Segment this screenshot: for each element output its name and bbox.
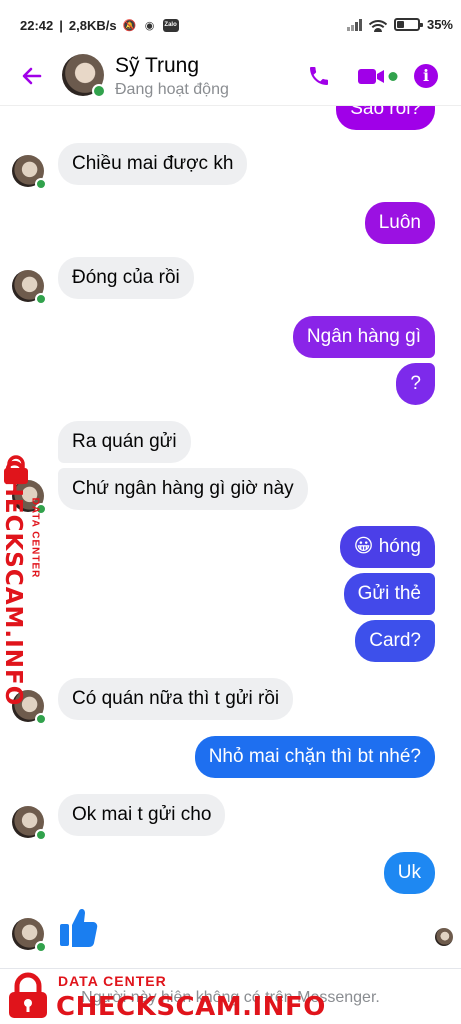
- message-bubble-outgoing[interactable]: Nhỏ mai chặn thì bt nhé?: [194, 736, 435, 778]
- seen-receipt-avatar: [435, 928, 453, 946]
- watermark-vertical-subtitle: DATA CENTER: [25, 493, 45, 583]
- sender-avatar[interactable]: [12, 270, 47, 305]
- message-bubble-incoming[interactable]: Ok mai t gửi cho: [58, 794, 226, 836]
- message-list[interactable]: Sao rồi? Chiều mai được kh Luôn Đóng của…: [0, 106, 461, 968]
- info-icon: i: [414, 64, 438, 88]
- online-indicator: [35, 941, 47, 953]
- wifi-icon: [368, 18, 387, 32]
- status-right: 35%: [346, 17, 453, 32]
- message-bubble-incoming[interactable]: Ra quán gửi: [58, 421, 191, 463]
- message-bubble-outgoing[interactable]: Luôn: [364, 202, 435, 244]
- contact-status: Đang hoạt động: [115, 81, 229, 98]
- online-indicator: [35, 713, 47, 725]
- watermark-text: CHECKSCAM.INFO: [56, 992, 326, 1022]
- watermark-vertical-title: CHECKSCAM.INFO: [0, 460, 28, 706]
- online-indicator: [35, 178, 47, 190]
- battery-percent: 35%: [426, 17, 453, 32]
- watermark-subtext: DATA CENTER: [29, 497, 41, 579]
- message-bubble-outgoing[interactable]: Ngân hàng gì: [292, 316, 435, 358]
- watermark-subtext: DATA CENTER: [58, 973, 167, 989]
- messenger-icon: ◉: [144, 19, 155, 32]
- online-indicator: [92, 84, 106, 98]
- phone-icon: [310, 67, 328, 85]
- battery-fill: [396, 21, 404, 28]
- video-camera-icon: [358, 69, 398, 84]
- thumbs-up-icon[interactable]: [58, 906, 98, 948]
- lock-icon: [9, 972, 47, 1018]
- status-left: 22:42 | 2,8KB/s 🔕 ◉ Zalo: [20, 18, 179, 33]
- online-indicator: [35, 293, 47, 305]
- message-bubble-outgoing[interactable]: Uk: [383, 852, 435, 894]
- clock: 22:42: [20, 18, 54, 33]
- bell-off-icon: 🔕: [122, 19, 137, 32]
- contact-avatar[interactable]: [62, 54, 106, 98]
- sender-avatar[interactable]: [12, 918, 47, 953]
- message-bubble-incoming[interactable]: Có quán nữa thì t gửi rồi: [58, 678, 294, 720]
- message-bubble-incoming[interactable]: Chiều mai được kh: [58, 143, 248, 185]
- back-arrow-icon[interactable]: [18, 62, 46, 90]
- battery-icon: [393, 18, 423, 31]
- voice-call-button[interactable]: [305, 62, 333, 90]
- watermark-side: CHECKSCAM.INFO DATA CENTER: [0, 455, 48, 706]
- message-bubble-outgoing[interactable]: ?: [396, 363, 435, 405]
- message-bubble-outgoing[interactable]: Gửi thẻ: [343, 573, 435, 615]
- message-bubble-incoming[interactable]: Đóng của rồi: [58, 257, 194, 299]
- zalo-icon: Zalo: [162, 19, 179, 32]
- signal-icon: [346, 18, 362, 31]
- conversation-header: Sỹ Trung Đang hoạt động i: [0, 52, 461, 106]
- message-bubble-outgoing[interactable]: Card?: [355, 620, 435, 662]
- sender-avatar[interactable]: [12, 806, 47, 841]
- sender-avatar[interactable]: [12, 155, 47, 190]
- network-speed: 2,8KB/s: [68, 18, 117, 33]
- online-indicator: [35, 829, 47, 841]
- contact-name[interactable]: Sỹ Trung: [115, 54, 199, 78]
- message-bubble-outgoing[interactable]: Sao rồi?: [336, 106, 435, 130]
- info-button[interactable]: i: [414, 62, 438, 90]
- message-bubble-outgoing[interactable]: 😀 hóng: [339, 526, 435, 568]
- video-call-button[interactable]: [356, 62, 400, 90]
- watermark-text: CHECKSCAM.INFO: [0, 459, 26, 707]
- message-bubble-incoming[interactable]: Chứ ngân hàng gì giờ này: [58, 468, 308, 510]
- watermark-bottom: DATA CENTER CHECKSCAM.INFO: [6, 968, 325, 1024]
- status-bar: 22:42 | 2,8KB/s 🔕 ◉ Zalo 35%: [0, 0, 461, 52]
